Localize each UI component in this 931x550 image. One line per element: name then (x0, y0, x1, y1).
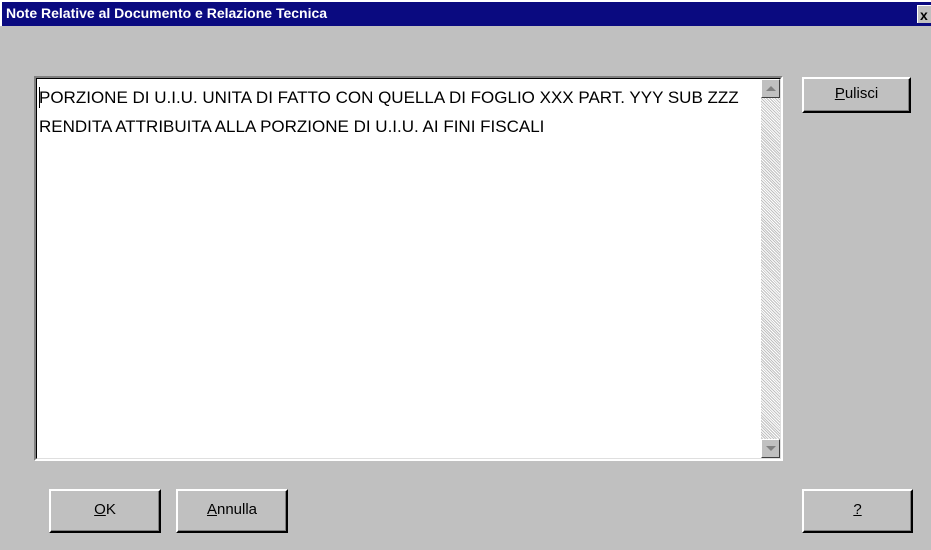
scroll-down-button[interactable] (761, 439, 780, 458)
clear-button-label: Pulisci (834, 85, 879, 102)
clear-button[interactable]: Pulisci (802, 77, 911, 113)
cancel-button[interactable]: Annulla (176, 489, 288, 533)
ok-button-label: OK (94, 501, 116, 518)
note-text-area[interactable]: PORZIONE DI U.I.U. UNITA DI FATTO CON QU… (34, 76, 783, 461)
note-dialog: Note Relative al Documento e Relazione T… (0, 0, 931, 550)
help-button[interactable]: ? (802, 489, 913, 533)
scroll-down-arrow-icon (766, 446, 776, 451)
window-title: Note Relative al Documento e Relazione T… (6, 5, 328, 21)
note-text[interactable]: PORZIONE DI U.I.U. UNITA DI FATTO CON QU… (39, 83, 759, 141)
close-button[interactable]: x (917, 5, 931, 23)
scroll-up-button[interactable] (761, 79, 780, 98)
scroll-up-arrow-icon (766, 86, 776, 91)
help-button-label: ? (853, 501, 862, 518)
note-text-area-inner: PORZIONE DI U.I.U. UNITA DI FATTO CON QU… (36, 78, 781, 459)
ok-button[interactable]: OK (49, 489, 161, 533)
close-icon: x (920, 7, 928, 23)
vertical-scrollbar[interactable] (761, 79, 780, 458)
cancel-button-label: Annulla (206, 501, 258, 518)
title-bar[interactable]: Note Relative al Documento e Relazione T… (0, 0, 931, 26)
